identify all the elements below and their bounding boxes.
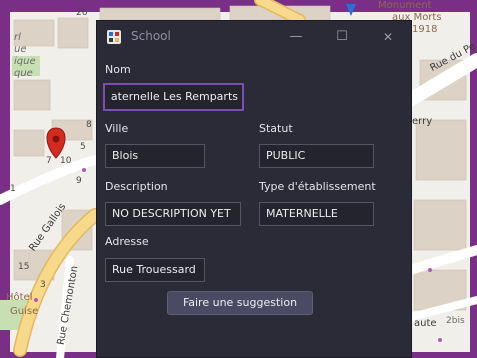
map-label-num-5: 5 bbox=[80, 142, 86, 152]
type-label: Type d'établissement bbox=[259, 180, 376, 193]
ville-label: Ville bbox=[105, 122, 129, 135]
map-label-num-7: 7 bbox=[46, 156, 52, 166]
statut-field[interactable]: PUBLIC bbox=[259, 144, 374, 168]
title-bar[interactable]: School — ☐ ✕ bbox=[97, 21, 411, 53]
map-label-que: que bbox=[14, 68, 33, 79]
map-label-num-9: 9 bbox=[76, 176, 82, 186]
map-label-hotel: Hôtel bbox=[6, 292, 33, 303]
map-label-num-3: 3 bbox=[40, 280, 46, 290]
map-label-aute: aute bbox=[414, 318, 437, 329]
nom-field[interactable]: aternelle Les Remparts bbox=[103, 83, 244, 111]
map-label-ue: ue bbox=[14, 44, 27, 55]
map-label-num-8: 8 bbox=[86, 120, 92, 130]
map-label-num-15: 15 bbox=[18, 262, 30, 272]
map-label-num-1: 1 bbox=[10, 184, 16, 194]
map-label-bis: 2bis bbox=[446, 316, 465, 326]
map-label-year: 1918 bbox=[412, 24, 438, 35]
map-label-monument: Monument bbox=[378, 0, 432, 11]
maximize-button[interactable]: ☐ bbox=[331, 27, 353, 47]
description-label: Description bbox=[105, 180, 168, 193]
nom-label: Nom bbox=[105, 63, 131, 76]
map-label-ique: ique bbox=[14, 56, 36, 67]
map-label-rl: rl bbox=[14, 32, 21, 43]
close-button[interactable]: ✕ bbox=[377, 27, 399, 47]
nom-value: aternelle Les Remparts bbox=[110, 90, 238, 103]
school-dialog: School — ☐ ✕ Nom aternelle Les Remparts … bbox=[96, 20, 412, 358]
window-title: School bbox=[131, 29, 171, 43]
map-label-num-26: 26 bbox=[76, 8, 88, 18]
minimize-button[interactable]: — bbox=[285, 27, 307, 47]
adresse-field[interactable]: Rue Trouessard bbox=[105, 258, 205, 282]
map-label-num-10: 10 bbox=[60, 156, 72, 166]
adresse-label: Adresse bbox=[105, 235, 149, 248]
type-field[interactable]: MATERNELLE bbox=[259, 202, 374, 226]
app-icon bbox=[107, 30, 121, 44]
map-label-erry: erry bbox=[412, 116, 433, 127]
description-field[interactable]: NO DESCRIPTION YET bbox=[105, 202, 241, 226]
suggest-button[interactable]: Faire une suggestion bbox=[167, 291, 313, 315]
map-label-guise: Guise bbox=[10, 306, 39, 317]
statut-label: Statut bbox=[259, 122, 293, 135]
ville-field[interactable]: Blois bbox=[105, 144, 205, 168]
